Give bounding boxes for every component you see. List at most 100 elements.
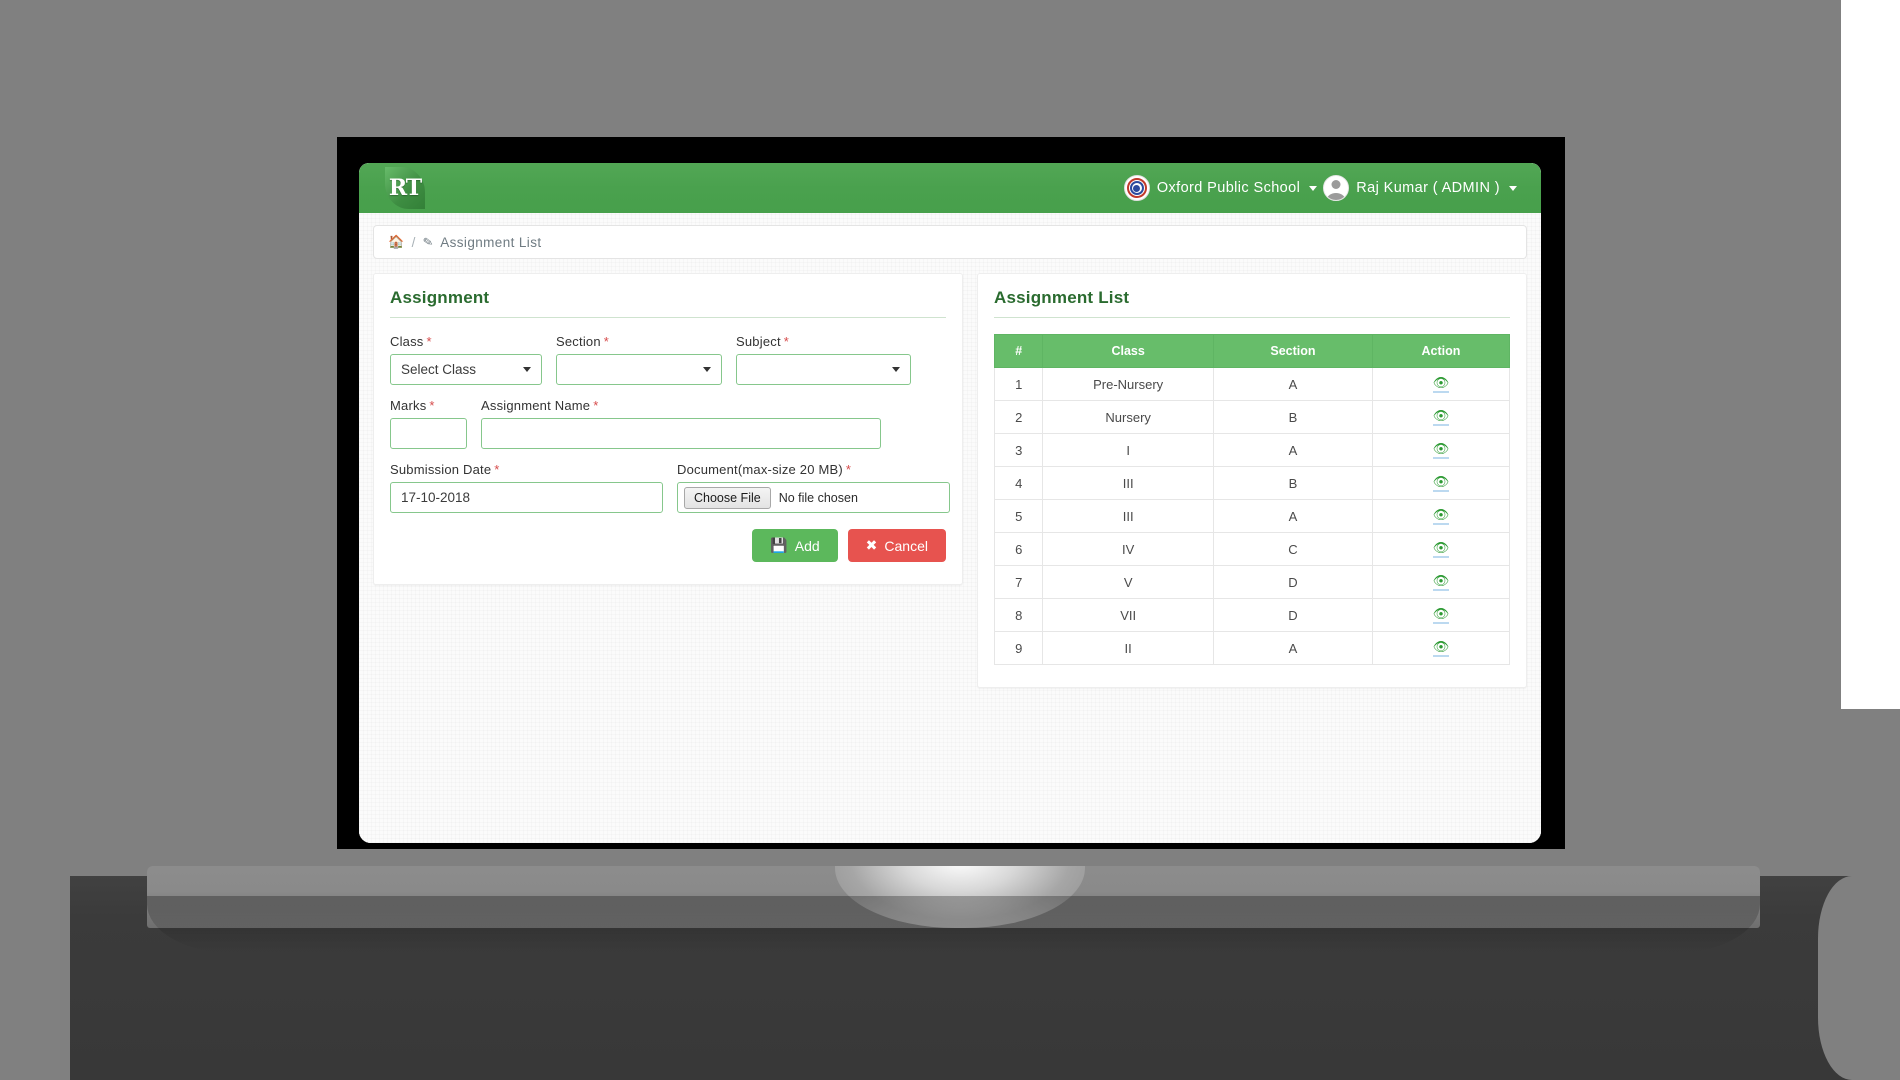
- subject-field-group: Subject *: [736, 334, 911, 385]
- submission-date-label: Submission Date *: [390, 462, 663, 477]
- eye-icon[interactable]: 👁: [1432, 541, 1450, 558]
- list-title: Assignment List: [994, 288, 1510, 318]
- section-label-text: Section: [556, 334, 601, 349]
- document-field-group: Document(max-size 20 MB) * Choose File No…: [677, 462, 950, 513]
- subject-label-text: Subject: [736, 334, 781, 349]
- submission-date-label-text: Submission Date: [390, 462, 492, 477]
- eye-icon[interactable]: 👁: [1432, 376, 1450, 393]
- cell-section: B: [1212, 400, 1373, 434]
- subject-select[interactable]: [736, 354, 911, 385]
- page-white-margin: [1841, 0, 1900, 709]
- cell-action: 👁: [1371, 532, 1511, 566]
- column-header-number: #: [993, 334, 1044, 368]
- choose-file-button[interactable]: Choose File: [684, 486, 771, 509]
- cell-number: 5: [993, 499, 1044, 533]
- eye-icon[interactable]: 👁: [1432, 475, 1450, 492]
- table-header-row: # Class Section Action: [993, 334, 1511, 368]
- school-selector[interactable]: Oxford Public School: [1123, 175, 1318, 201]
- table-head: # Class Section Action: [993, 334, 1511, 368]
- form-row-3: Submission Date* Document(max-size 20 MB…: [390, 462, 950, 513]
- submission-date-field-group: Submission Date *: [390, 462, 663, 513]
- class-select[interactable]: Select Class: [390, 354, 542, 385]
- table-row: 7 V D 👁: [993, 565, 1511, 599]
- table-row: 5 III A 👁: [993, 499, 1511, 533]
- file-status-label: No file chosen: [778, 490, 858, 505]
- marks-label-text: Marks: [390, 398, 427, 413]
- eye-icon[interactable]: 👁: [1432, 409, 1450, 426]
- class-label: Class *: [390, 334, 542, 349]
- cancel-button-label: Cancel: [884, 537, 928, 554]
- add-button[interactable]: 💾 Add: [752, 529, 838, 562]
- cancel-button[interactable]: ✖ Cancel: [847, 529, 946, 562]
- class-label-text: Class: [390, 334, 424, 349]
- assignment-list-panel: Assignment List # Class Section Action 1…: [977, 273, 1527, 688]
- cell-class: I: [1042, 433, 1214, 467]
- eye-icon[interactable]: 👁: [1432, 508, 1450, 525]
- eye-icon[interactable]: 👁: [1432, 574, 1450, 591]
- cell-action: 👁: [1371, 565, 1511, 599]
- required-asterisk: *: [593, 398, 599, 413]
- cell-action: 👁: [1371, 598, 1511, 632]
- document-label-text: Document(max-size 20 MB): [677, 462, 843, 477]
- class-select-value: Select Class: [401, 362, 477, 377]
- required-asterisk: *: [783, 334, 790, 349]
- cell-action: 👁: [1371, 433, 1511, 467]
- subject-label: Subject *: [736, 334, 911, 349]
- required-asterisk: *: [429, 398, 435, 413]
- cell-action: 👁: [1371, 631, 1511, 665]
- section-select[interactable]: [556, 354, 722, 385]
- cell-number: 3: [993, 433, 1044, 467]
- cell-section: A: [1212, 499, 1373, 533]
- cell-action: 👁: [1371, 499, 1511, 533]
- table-row: 3 I A 👁: [993, 433, 1511, 467]
- panels-row: Assignment Class * Select Class Section …: [373, 273, 1527, 688]
- laptop-base-right-curve: [1818, 876, 1852, 1080]
- chevron-down-icon: [1309, 185, 1318, 191]
- marks-label: Marks *: [390, 398, 467, 413]
- form-row-1: Class * Select Class Section * Subject *: [390, 334, 946, 385]
- required-asterisk: *: [426, 334, 432, 349]
- eye-icon[interactable]: 👁: [1432, 442, 1450, 459]
- cell-class: V: [1042, 565, 1214, 599]
- class-field-group: Class * Select Class: [390, 334, 542, 385]
- save-icon: 💾: [770, 537, 788, 553]
- content-area: 🏠 / ✎ Assignment List Assignment Class*: [359, 213, 1541, 843]
- document-file-input[interactable]: Choose File No file chosen: [677, 482, 950, 513]
- table-row: 6 IV C 👁: [993, 532, 1511, 566]
- chevron-down-icon: [523, 367, 531, 372]
- cell-action: 👁: [1371, 466, 1511, 500]
- cell-action: 👁: [1371, 367, 1511, 401]
- pencil-icon: ✎: [421, 234, 435, 250]
- section-label: Section *: [556, 334, 722, 349]
- cell-number: 4: [993, 466, 1044, 500]
- logo-text: RT: [388, 175, 422, 201]
- cell-number: 7: [993, 565, 1044, 599]
- column-header-class: Class: [1042, 334, 1214, 368]
- avatar-icon: [1323, 175, 1350, 201]
- assignment-name-label: Assignment Name *: [481, 398, 881, 413]
- form-actions: 💾 Add ✖ Cancel: [390, 529, 946, 562]
- web-application: RT Oxford Public School Raj Kumar (ADMI…: [359, 163, 1541, 843]
- marks-field-group: Marks *: [390, 398, 467, 449]
- cell-section: D: [1212, 565, 1373, 599]
- table-row: 9 II A 👁: [993, 631, 1511, 665]
- document-label: Document(max-size 20 MB) *: [677, 462, 950, 477]
- header-right-group: Oxford Public School Raj Kumar ( ADMIN ): [1123, 175, 1517, 201]
- cell-class: III: [1042, 499, 1214, 533]
- home-icon[interactable]: 🏠: [388, 234, 405, 250]
- assignment-form-panel: Assignment Class * Select Class Section …: [373, 273, 963, 585]
- chevron-down-icon: [1509, 185, 1517, 191]
- eye-icon[interactable]: 👁: [1432, 640, 1450, 657]
- rt-logo-icon[interactable]: RT: [375, 163, 435, 213]
- user-menu[interactable]: Raj Kumar ( ADMIN ): [1323, 175, 1517, 201]
- marks-input[interactable]: [390, 418, 467, 449]
- assignment-name-input[interactable]: [481, 418, 881, 449]
- user-name-label: Raj Kumar ( ADMIN ): [1356, 180, 1500, 196]
- eye-icon[interactable]: 👁: [1432, 607, 1450, 624]
- table-row: 1 Pre-Nursery A 👁: [993, 367, 1511, 401]
- close-x-icon: ✖: [865, 537, 878, 553]
- cell-section: B: [1212, 466, 1373, 500]
- chevron-down-icon: [703, 367, 711, 372]
- submission-date-input[interactable]: [390, 482, 663, 513]
- laptop-screen: RT Oxford Public School Raj Kumar (ADMI…: [359, 163, 1541, 843]
